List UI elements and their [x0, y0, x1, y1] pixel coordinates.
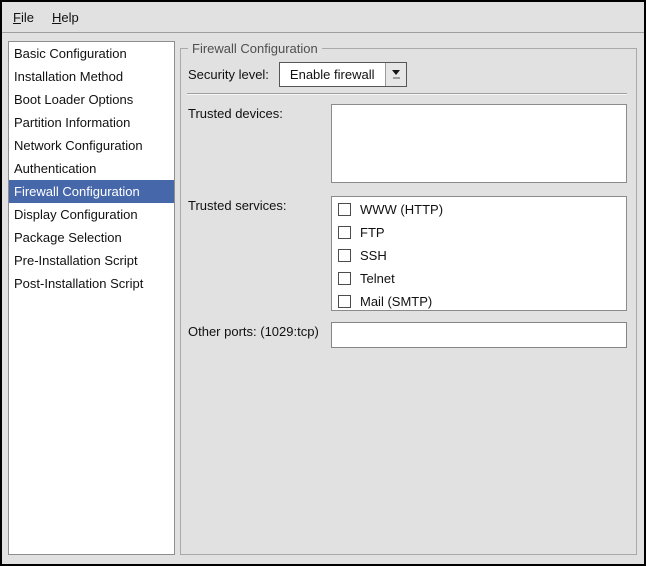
service-label: SSH — [360, 248, 387, 263]
other-ports-label: Other ports: (1029:tcp) — [187, 322, 331, 339]
sidebar-item-authentication[interactable]: Authentication — [9, 157, 174, 180]
chevron-down-icon — [392, 70, 400, 75]
checkbox-ssh[interactable] — [338, 249, 351, 262]
sidebar-item-boot-loader-options[interactable]: Boot Loader Options — [9, 88, 174, 111]
sidebar-item-package-selection[interactable]: Package Selection — [9, 226, 174, 249]
service-row-telnet[interactable]: Telnet — [332, 267, 626, 290]
service-label: WWW (HTTP) — [360, 202, 443, 217]
chevron-bar-icon — [393, 77, 400, 79]
dropdown-arrow-button[interactable] — [385, 63, 406, 86]
sidebar-item-display-configuration[interactable]: Display Configuration — [9, 203, 174, 226]
main-area: Basic Configuration Installation Method … — [2, 34, 644, 564]
menu-file-label: F — [13, 10, 21, 25]
menubar: File Help — [2, 2, 644, 33]
security-level-value: Enable firewall — [280, 63, 386, 86]
service-row-ssh[interactable]: SSH — [332, 244, 626, 267]
service-label: FTP — [360, 225, 385, 240]
security-level-label: Security level: — [188, 67, 269, 82]
trusted-services-listbox[interactable]: WWW (HTTP) FTP SSH Telnet — [331, 196, 627, 311]
trusted-devices-label: Trusted devices: — [187, 104, 331, 121]
menu-file[interactable]: File — [4, 2, 43, 32]
checkbox-mail-smtp[interactable] — [338, 295, 351, 308]
sidebar-item-installation-method[interactable]: Installation Method — [9, 65, 174, 88]
sidebar-item-firewall-configuration[interactable]: Firewall Configuration — [9, 180, 174, 203]
menu-help[interactable]: Help — [43, 2, 88, 32]
section-list[interactable]: Basic Configuration Installation Method … — [8, 41, 175, 555]
checkbox-telnet[interactable] — [338, 272, 351, 285]
sidebar-item-basic-configuration[interactable]: Basic Configuration — [9, 42, 174, 65]
sidebar-item-network-configuration[interactable]: Network Configuration — [9, 134, 174, 157]
checkbox-ftp[interactable] — [338, 226, 351, 239]
checkbox-www-http[interactable] — [338, 203, 351, 216]
service-label: Telnet — [360, 271, 395, 286]
security-level-dropdown[interactable]: Enable firewall — [279, 62, 408, 87]
kickstart-configurator-window: File Help Basic Configuration Installati… — [0, 0, 646, 566]
service-row-ftp[interactable]: FTP — [332, 221, 626, 244]
service-row-www[interactable]: WWW (HTTP) — [332, 198, 626, 221]
firewall-configuration-frame: Firewall Configuration Security level: E… — [180, 41, 637, 555]
trusted-services-label: Trusted services: — [187, 196, 331, 213]
sidebar-item-pre-installation-script[interactable]: Pre-Installation Script — [9, 249, 174, 272]
sidebar-item-partition-information[interactable]: Partition Information — [9, 111, 174, 134]
menu-help-label: H — [52, 10, 61, 25]
frame-title: Firewall Configuration — [188, 41, 322, 56]
service-label: Mail (SMTP) — [360, 294, 432, 309]
trusted-devices-listbox[interactable] — [331, 104, 627, 183]
sidebar-item-post-installation-script[interactable]: Post-Installation Script — [9, 272, 174, 295]
horizontal-separator — [187, 93, 627, 95]
service-row-mail[interactable]: Mail (SMTP) — [332, 290, 626, 311]
other-ports-input[interactable] — [331, 322, 627, 348]
